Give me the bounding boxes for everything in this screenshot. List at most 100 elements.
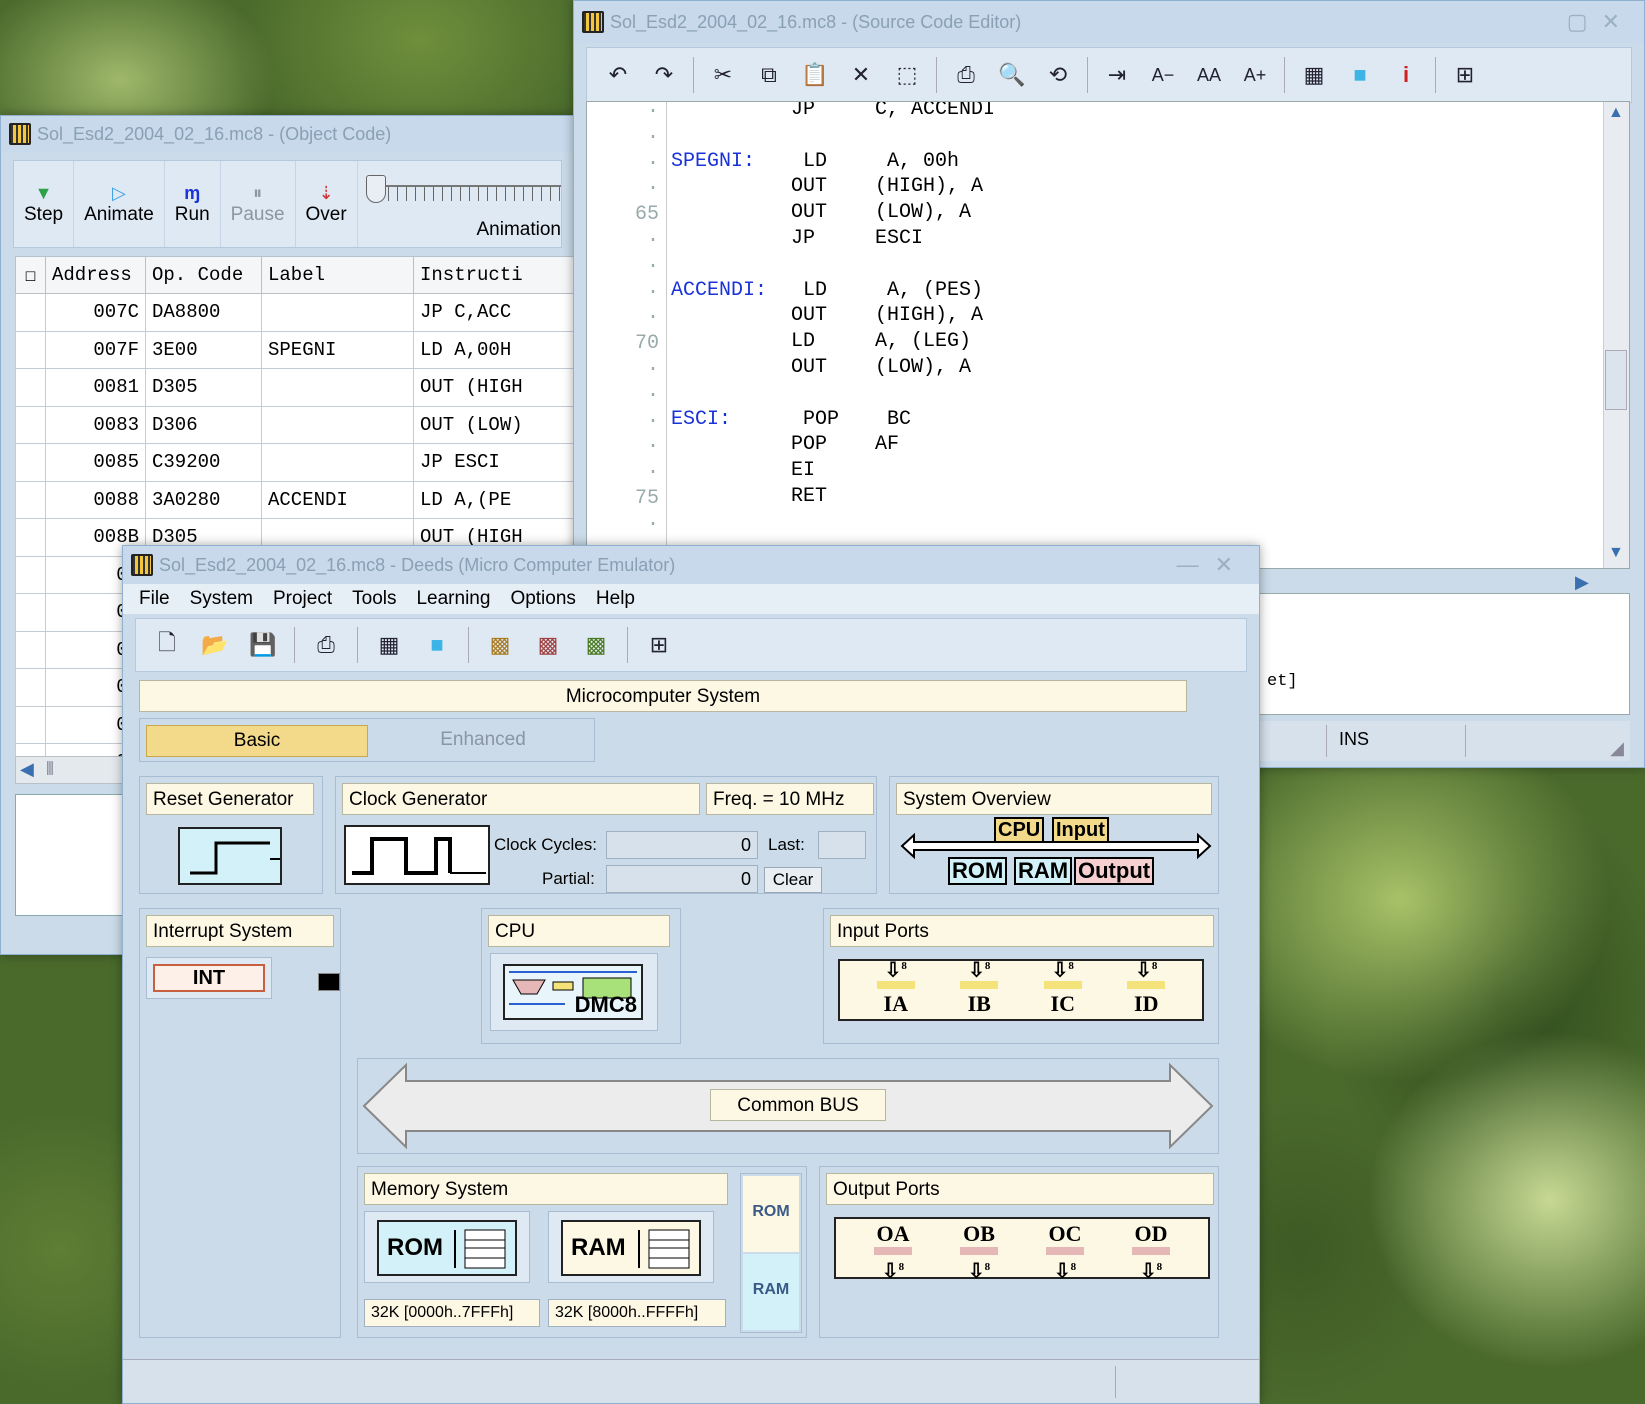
clock-frequency[interactable]: Freq. = 10 MHz — [706, 783, 874, 815]
code-line[interactable]: ACCENDI: LD A, (PES) — [671, 279, 983, 302]
chip-icon[interactable]: ▩ — [479, 632, 521, 658]
window-icon[interactable]: ■ — [1339, 62, 1381, 88]
windows-arrange-icon[interactable]: ⊞ — [638, 632, 680, 658]
scroll-grip-icon[interactable]: ⦀ — [46, 759, 54, 780]
row-marker[interactable] — [15, 480, 46, 519]
overview-input[interactable]: Input — [1052, 817, 1109, 843]
row-marker[interactable] — [15, 368, 46, 407]
code-line[interactable]: OUT (HIGH), A — [671, 304, 983, 327]
overview-ram[interactable]: RAM — [1014, 857, 1073, 885]
animate-button[interactable]: ▷ Animate — [74, 161, 165, 247]
info-icon[interactable]: i — [1385, 62, 1427, 88]
slider-thumb[interactable] — [365, 175, 386, 203]
port-ib[interactable]: ⇩8 IB — [954, 956, 1004, 1017]
font-increase-icon[interactable]: A+ — [1234, 65, 1276, 86]
code-line[interactable]: JP C, ACCENDI — [671, 102, 995, 121]
row-marker[interactable] — [15, 443, 46, 482]
cut-icon[interactable]: ✂ — [702, 62, 744, 88]
minimize-icon[interactable]: — — [1177, 552, 1215, 577]
animation-speed-slider[interactable]: Animation — [358, 161, 561, 247]
port-oa[interactable]: OA ⇩8 — [868, 1221, 918, 1282]
step-button[interactable]: ▼ Step — [14, 161, 75, 247]
font-decrease-icon[interactable]: A− — [1142, 65, 1184, 86]
code-line[interactable]: OUT (LOW), A — [671, 356, 971, 379]
scroll-up-icon[interactable]: ▲ — [1608, 104, 1624, 122]
row-marker[interactable] — [15, 293, 46, 332]
memory-map-ram[interactable]: RAM — [743, 1254, 799, 1330]
rom-chip-icon[interactable]: ROM — [377, 1220, 517, 1276]
table-row[interactable]: 0085 C39200 JP ESCI — [15, 443, 574, 482]
editor-vscroll[interactable]: ▲ ▼ — [1603, 102, 1629, 568]
select-all-checkbox[interactable]: ☐ — [15, 256, 46, 294]
column-label[interactable]: Label — [261, 256, 414, 294]
run-button[interactable]: ɱ Run — [165, 161, 221, 247]
code-line[interactable]: JP ESCI — [671, 227, 923, 250]
code-line[interactable]: POP AF — [671, 433, 899, 456]
port-ic[interactable]: ⇩8 IC — [1038, 956, 1088, 1017]
overview-cpu[interactable]: CPU — [994, 817, 1045, 843]
close-icon[interactable]: ✕ — [1602, 9, 1634, 34]
resize-grip-icon[interactable]: ◢ — [1610, 738, 1624, 759]
port-oc[interactable]: OC ⇩8 — [1040, 1221, 1090, 1282]
menu-learning[interactable]: Learning — [416, 588, 490, 610]
port-od[interactable]: OD ⇩8 — [1126, 1221, 1176, 1282]
replace-icon[interactable]: ⟲ — [1037, 62, 1079, 88]
chip-icon[interactable]: ▩ — [527, 632, 569, 658]
table-row[interactable]: 0083 D306 OUT (LOW) — [15, 405, 574, 444]
paste-icon[interactable]: 📋 — [794, 62, 836, 88]
ram-chip-icon[interactable]: RAM — [561, 1220, 701, 1276]
port-id[interactable]: ⇩8 ID — [1121, 956, 1171, 1017]
column-instruction[interactable]: Instructi — [413, 256, 574, 294]
object-code-titlebar[interactable]: Sol_Esd2_2004_02_16.mc8 - (Object Code) — [1, 116, 574, 152]
close-icon[interactable]: ✕ — [1215, 552, 1249, 577]
menu-project[interactable]: Project — [273, 588, 332, 610]
delete-icon[interactable]: ✕ — [840, 62, 882, 88]
menu-file[interactable]: File — [139, 588, 170, 610]
open-folder-icon[interactable]: 📂 — [194, 632, 236, 658]
undo-icon[interactable]: ↶ — [597, 62, 639, 88]
compile-icon[interactable]: ▦ — [368, 632, 410, 658]
port-ia[interactable]: ⇩8 IA — [871, 956, 921, 1017]
font-reset-icon[interactable]: AA — [1188, 65, 1230, 86]
table-row[interactable]: 007F 3E00 SPEGNI LD A,00H — [15, 330, 574, 369]
row-marker[interactable] — [15, 555, 46, 594]
tab-basic[interactable]: Basic — [146, 725, 368, 757]
clear-button[interactable]: Clear — [764, 867, 822, 893]
scroll-left-icon[interactable]: ◀ — [20, 759, 34, 780]
window-icon[interactable]: ■ — [416, 632, 458, 658]
code-line[interactable]: RET — [671, 485, 827, 508]
redo-icon[interactable]: ↷ — [643, 62, 685, 88]
int-button[interactable]: INT — [153, 964, 265, 992]
port-ob[interactable]: OB ⇩8 — [954, 1221, 1004, 1282]
main-titlebar[interactable]: Sol_Esd2_2004_02_16.mc8 - Deeds (Micro C… — [123, 546, 1259, 584]
tab-enhanced[interactable]: Enhanced — [376, 725, 590, 757]
chip-icon[interactable]: ▩ — [575, 632, 617, 658]
code-line[interactable]: ESCI: POP BC — [671, 408, 911, 431]
overview-rom[interactable]: ROM — [948, 857, 1008, 885]
table-row[interactable]: 0081 D305 OUT (HIGH — [15, 368, 574, 407]
menu-options[interactable]: Options — [510, 588, 575, 610]
source-editor[interactable]: · · · · 65 · · · · 70 · · · · · 75 · JP C, ACCENDI SPEGNI… — [586, 101, 1630, 569]
maximize-icon[interactable]: ▢ — [1567, 9, 1602, 34]
scroll-right-icon[interactable]: ▶ — [1575, 572, 1589, 593]
scroll-thumb[interactable] — [1605, 350, 1627, 410]
row-marker[interactable] — [15, 518, 46, 557]
row-marker[interactable] — [15, 705, 46, 744]
select-all-icon[interactable]: ⬚ — [886, 62, 928, 88]
clock-generator-icon[interactable] — [344, 825, 490, 885]
column-op-code[interactable]: Op. Code — [145, 256, 262, 294]
new-file-icon[interactable]: 🗋 — [146, 626, 188, 664]
row-marker[interactable] — [15, 330, 46, 369]
menu-system[interactable]: System — [190, 588, 253, 610]
overview-output[interactable]: Output — [1074, 857, 1155, 885]
print-icon[interactable]: ⎙ — [945, 62, 987, 88]
menu-help[interactable]: Help — [596, 588, 635, 610]
reset-generator-icon[interactable] — [178, 827, 282, 885]
memory-map-rom[interactable]: ROM — [743, 1176, 799, 1252]
code-line[interactable]: SPEGNI: LD A, 00h — [671, 150, 959, 173]
indent-icon[interactable]: ⇥ — [1096, 62, 1138, 88]
scroll-down-icon[interactable]: ▼ — [1608, 544, 1624, 562]
row-marker[interactable] — [15, 593, 46, 632]
code-line[interactable]: EI — [671, 459, 815, 482]
cpu-chip-icon[interactable]: DMC8 — [503, 964, 643, 1020]
